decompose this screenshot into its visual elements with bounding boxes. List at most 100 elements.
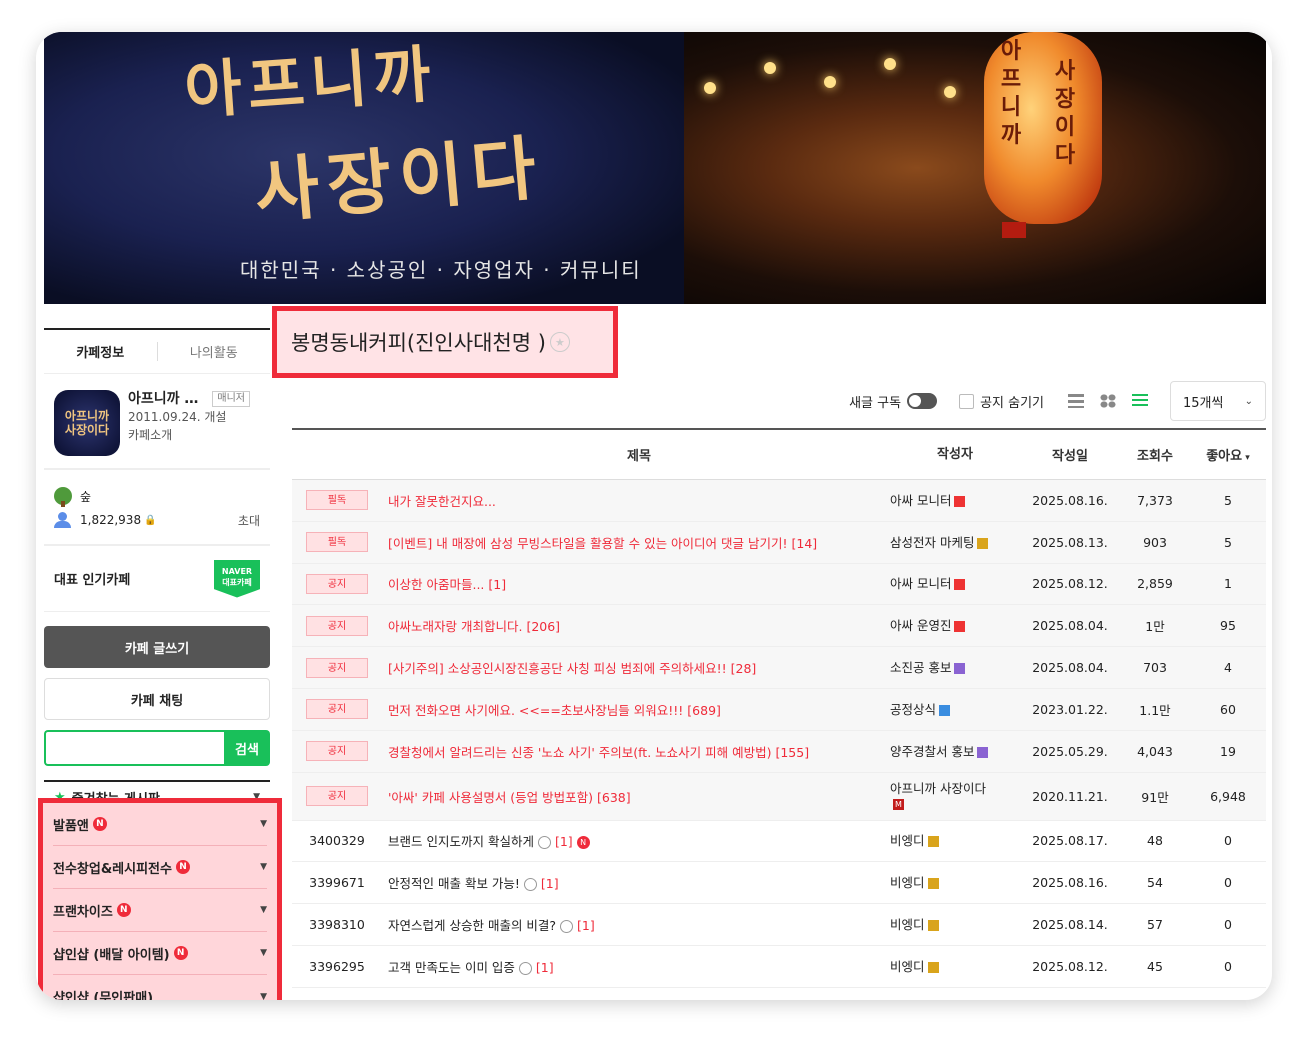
hide-notice-checkbox[interactable] <box>959 393 975 409</box>
comment-count[interactable]: [1] <box>541 876 559 891</box>
post-title[interactable]: 안정적인 매출 확보 가능! <box>388 876 520 891</box>
post-title[interactable]: '아싸' 카페 사용설명서 (등업 방법포함) <box>388 790 593 805</box>
table-row[interactable]: 3398310 자연스럽게 상승한 매출의 비결? [1] 비엥디 2025.08.1… <box>292 904 1266 946</box>
table-row[interactable]: 공지 [사기주의] 소상공인시장진흥공단 사칭 피싱 범죄에 주의하세요!! [2… <box>292 647 1266 689</box>
table-row[interactable]: 3400329 브랜드 인지도까지 확실하게 [1] N 비엥디 2025.08.17.… <box>292 821 1266 863</box>
comment-count[interactable]: [28] <box>731 661 757 676</box>
table-row[interactable]: 공지 아싸노래자랑 개최합니다. [206] 아싸 운영진 2025.08.04. 1만… <box>292 605 1266 648</box>
comment-count[interactable]: [1] <box>488 577 506 592</box>
board-item[interactable]: 프랜차이즈 N ▼ <box>53 889 267 932</box>
col-likes[interactable]: 좋아요 ▾ <box>1190 445 1266 464</box>
author-cell[interactable]: 비엥디 <box>890 917 1020 932</box>
per-page-select[interactable]: 15개씩 ⌄ <box>1170 381 1266 421</box>
author-name[interactable]: 소진공 홍보 <box>890 660 951 675</box>
author-cell[interactable]: 아프니까 사장이다 M <box>890 781 1020 811</box>
comment-count[interactable]: [155] <box>775 745 809 760</box>
author-name[interactable]: 아프니까 사장이다 <box>890 781 986 796</box>
tab-cafe-info[interactable]: 카페정보 <box>44 342 157 361</box>
post-title-cell[interactable]: 아싸노래자랑 개최합니다. [206] <box>382 616 890 635</box>
post-title-cell[interactable]: [이벤트] 내 매장에 삼성 무빙스타일을 활용할 수 있는 아이디어 댓글 남… <box>382 533 890 552</box>
post-title[interactable]: [이벤트] 내 매장에 삼성 무빙스타일을 활용할 수 있는 아이디어 댓글 남… <box>388 536 788 551</box>
toggle-icon[interactable] <box>907 393 938 409</box>
grid-view-icon[interactable] <box>1100 394 1116 408</box>
post-title-cell[interactable]: 먼저 전화오면 사기에요. <<==초보사장님들 외워요!!! [689] <box>382 700 890 719</box>
banner-title-line1: 아프니까 <box>182 37 439 128</box>
author-name[interactable]: 아싸 모니터 <box>890 576 951 591</box>
cafe-banner[interactable]: 아프니까 사장이다 대한민국 · 소상공인 · 자영업자 · 커뮤니티 아프니까… <box>44 32 1266 304</box>
post-title[interactable]: 이상한 아줌마들... <box>388 577 484 592</box>
author-name[interactable]: 공정상식 <box>890 702 936 717</box>
comment-count[interactable]: [638] <box>597 790 631 805</box>
author-name[interactable]: 비엥디 <box>890 959 925 974</box>
search-input[interactable] <box>44 730 224 766</box>
search-button[interactable]: 검색 <box>224 730 270 766</box>
post-title-cell[interactable]: 이상한 아줌마들... [1] <box>382 574 890 593</box>
post-title[interactable]: 고객 만족도는 이미 입증 <box>388 960 515 975</box>
author-cell[interactable]: 삼성전자 마케팅 <box>890 535 1020 550</box>
author-cell[interactable]: 비엥디 <box>890 833 1020 848</box>
cafe-intro-link[interactable]: 카페소개 <box>128 426 250 444</box>
tab-my-activity[interactable]: 나의활동 <box>156 342 271 361</box>
post-title-cell[interactable]: [사기주의] 소상공인시장진흥공단 사칭 피싱 범죄에 주의하세요!! [28] <box>382 658 890 677</box>
post-title-cell[interactable]: '아싸' 카페 사용설명서 (등업 방법포함) [638] <box>382 787 890 806</box>
table-row[interactable]: 필독 내가 잘못한건지요... 아싸 모니터 2025.08.16. 7,373 5 <box>292 480 1266 522</box>
post-title-cell[interactable]: 자연스럽게 상승한 매출의 비결? [1] <box>382 915 890 934</box>
author-cell[interactable]: 아싸 모니터 <box>890 576 1020 591</box>
new-icon: N <box>175 860 190 874</box>
post-title-cell[interactable]: 내가 잘못한건지요... <box>382 491 890 510</box>
author-cell[interactable]: 공정상식 <box>890 702 1020 717</box>
author-cell[interactable]: 비엥디 <box>890 959 1020 974</box>
author-name[interactable]: 삼성전자 마케팅 <box>890 535 974 550</box>
comment-count[interactable]: [1] <box>536 960 554 975</box>
table-row[interactable]: 공지 경찰청에서 알려드리는 신종 '노쇼 사기' 주의보(ft. 노쇼사기 피해… <box>292 730 1266 773</box>
cafe-thumbnail[interactable]: 아프니까 사장이다 <box>54 390 120 456</box>
post-title-cell[interactable]: 경찰청에서 알려드리는 신종 '노쇼 사기' 주의보(ft. 노쇼사기 피해 예… <box>382 742 890 761</box>
manager-badge[interactable]: 매니저 <box>212 391 251 407</box>
member-count[interactable]: 1,822,938 <box>80 513 141 527</box>
post-title[interactable]: 아싸노래자랑 개최합니다. <box>388 619 522 634</box>
detail-view-icon[interactable] <box>1132 394 1148 408</box>
post-title[interactable]: 브랜드 인지도까지 확실하게 <box>388 834 534 849</box>
author-name[interactable]: 비엥디 <box>890 917 925 932</box>
comment-count[interactable]: [1] <box>555 834 573 849</box>
post-title[interactable]: 먼저 전화오면 사기에요. <<==초보사장님들 외워요!!! <box>388 703 683 718</box>
post-title-cell[interactable]: 안정적인 매출 확보 가능! [1] <box>382 873 890 892</box>
table-row[interactable]: 3399671 안정적인 매출 확보 가능! [1] 비엥디 2025.08.16. 5… <box>292 862 1266 905</box>
table-row[interactable]: 공지 '아싸' 카페 사용설명서 (등업 방법포함) [638] 아프니까 사장이다… <box>292 772 1266 821</box>
post-title[interactable]: 내가 잘못한건지요... <box>388 494 496 509</box>
table-row[interactable]: 필독 [이벤트] 내 매장에 삼성 무빙스타일을 활용할 수 있는 아이디어 댓글… <box>292 521 1266 564</box>
table-row[interactable]: 3396295 고객 만족도는 이미 입증 [1] 비엥디 2025.08.12. 45… <box>292 946 1266 988</box>
post-title[interactable]: 자연스럽게 상승한 매출의 비결? <box>388 918 556 933</box>
comment-count[interactable]: [1] <box>577 918 595 933</box>
cafe-name[interactable]: 아프니까 … <box>128 390 198 408</box>
write-post-button[interactable]: 카페 글쓰기 <box>44 626 270 668</box>
author-name[interactable]: 비엥디 <box>890 833 925 848</box>
author-name[interactable]: 아싸 운영진 <box>890 618 951 633</box>
board-item[interactable]: 전수창업&레시피전수 N ▼ <box>53 846 267 889</box>
star-icon[interactable]: ★ <box>549 332 570 352</box>
author-name[interactable]: 비엥디 <box>890 875 925 890</box>
author-name[interactable]: 아싸 모니터 <box>890 493 951 508</box>
cafe-chat-button[interactable]: 카페 채팅 <box>44 678 270 720</box>
post-title-cell[interactable]: 브랜드 인지도까지 확실하게 [1] N <box>382 831 890 850</box>
hide-notice-label[interactable]: 공지 숨기기 <box>980 392 1044 411</box>
table-row[interactable]: 공지 먼저 전화오면 사기에요. <<==초보사장님들 외워요!!! [689] 공… <box>292 688 1266 731</box>
board-item[interactable]: 발품앤 N ▼ <box>53 803 267 846</box>
list-view-icon[interactable] <box>1068 394 1084 408</box>
invite-link[interactable]: 초대 <box>238 512 260 529</box>
comment-count[interactable]: [14] <box>791 536 817 551</box>
post-title-cell[interactable]: 고객 만족도는 이미 입증 [1] <box>382 957 890 976</box>
author-cell[interactable]: 아싸 모니터 <box>890 493 1020 508</box>
author-cell[interactable]: 소진공 홍보 <box>890 660 1020 675</box>
post-title[interactable]: 경찰청에서 알려드리는 신종 '노쇼 사기' 주의보(ft. 노쇼사기 피해 예… <box>388 745 771 760</box>
table-row[interactable]: 공지 이상한 아줌마들... [1] 아싸 모니터 2025.08.12. 2,859 1 <box>292 563 1266 606</box>
author-name[interactable]: 양주경찰서 홍보 <box>890 744 974 759</box>
author-cell[interactable]: 아싸 운영진 <box>890 618 1020 633</box>
author-cell[interactable]: 양주경찰서 홍보 <box>890 744 1020 759</box>
board-item[interactable]: 샵인샵 (배달 아이템) N ▼ <box>53 932 267 975</box>
comment-count[interactable]: [689] <box>687 703 721 718</box>
comment-count[interactable]: [206] <box>526 619 560 634</box>
author-cell[interactable]: 비엥디 <box>890 875 1020 890</box>
board-item[interactable]: 샵인샵 (무인판매) ▼ <box>53 975 267 1000</box>
post-title[interactable]: [사기주의] 소상공인시장진흥공단 사칭 피싱 범죄에 주의하세요!! <box>388 661 727 676</box>
